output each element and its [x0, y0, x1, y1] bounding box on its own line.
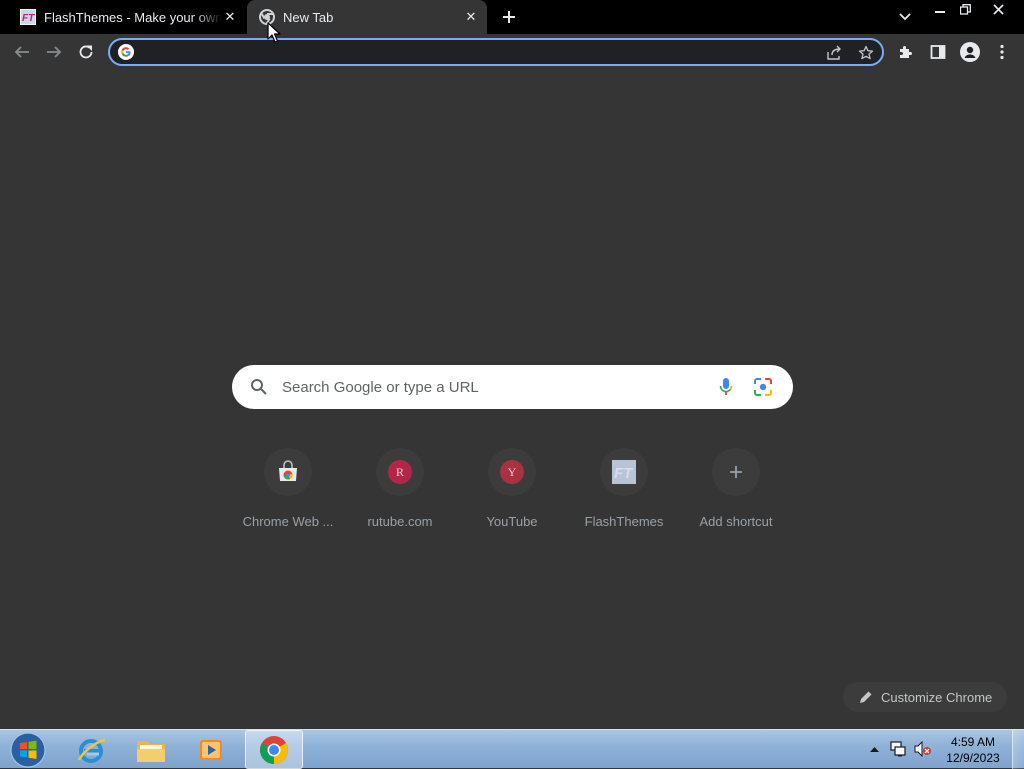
side-panel-icon	[930, 45, 946, 59]
puzzle-icon	[900, 46, 912, 58]
shortcut-chrome-web-store[interactable]: Chrome Web ...	[232, 448, 344, 536]
shortcut-tile: Y	[488, 448, 536, 496]
shortcut-label: FlashThemes	[584, 514, 664, 529]
forward-button[interactable]	[42, 40, 66, 64]
address-bar[interactable]	[108, 38, 884, 66]
taskbar-file-explorer[interactable]	[122, 730, 180, 769]
svg-text:FT: FT	[614, 465, 634, 482]
letter-r-icon: R	[388, 460, 412, 484]
camera-lens-icon	[754, 378, 772, 396]
close-window-button[interactable]	[985, 0, 1011, 18]
clock-time: 4:59 AM	[950, 735, 996, 749]
volume-muted-icon	[914, 741, 931, 757]
svg-text:FT: FT	[22, 13, 35, 24]
menu-button[interactable]	[990, 40, 1014, 64]
new-tab-button[interactable]	[498, 6, 520, 28]
voice-search-button[interactable]	[715, 376, 737, 398]
minimize-icon	[935, 11, 945, 13]
flashthemes-icon: FT	[612, 460, 636, 484]
volume-tray-button[interactable]	[914, 740, 932, 758]
customize-label: Customize Chrome	[881, 689, 993, 705]
tab-new-tab[interactable]: New Tab ✕	[247, 0, 487, 34]
kebab-menu-icon	[1000, 44, 1004, 60]
pencil-icon	[859, 690, 873, 704]
back-button[interactable]	[10, 40, 34, 64]
internet-explorer-icon	[77, 738, 106, 763]
bookmark-button[interactable]	[856, 43, 876, 63]
image-search-button[interactable]	[752, 376, 774, 398]
windows-taskbar: 4:59 AM 12/9/2023	[0, 729, 1024, 769]
reload-button[interactable]	[74, 40, 98, 64]
search-icon	[248, 376, 270, 398]
star-icon	[858, 45, 874, 60]
reload-icon	[79, 45, 93, 59]
taskbar-chrome[interactable]	[245, 730, 303, 769]
share-button[interactable]	[824, 43, 844, 63]
shortcut-label: YouTube	[486, 514, 538, 529]
tab-title: FlashThemes - Make your own cartoons!	[44, 9, 222, 25]
show-desktop-button[interactable]	[1012, 730, 1024, 769]
chevron-up-icon	[869, 747, 879, 752]
taskbar-clock[interactable]: 4:59 AM 12/9/2023	[942, 734, 1004, 766]
network-tray-button[interactable]	[889, 740, 907, 758]
shortcut-label: Chrome Web ...	[242, 514, 334, 529]
close-tab-icon[interactable]: ✕	[222, 9, 238, 25]
minimize-button[interactable]	[927, 0, 953, 18]
shortcut-tile	[264, 448, 312, 496]
shortcut-youtube[interactable]: Y YouTube	[456, 448, 568, 536]
taskbar-internet-explorer[interactable]	[62, 730, 120, 769]
chrome-web-store-icon	[279, 460, 297, 481]
shortcut-tile	[712, 448, 760, 496]
tab-strip: FT FlashThemes - Make your own cartoons!…	[0, 0, 1024, 34]
restore-button[interactable]	[952, 0, 978, 18]
start-button[interactable]	[0, 730, 56, 769]
plus-icon	[730, 466, 742, 478]
windows-start-orb-icon	[10, 731, 46, 768]
extensions-button[interactable]	[894, 40, 918, 64]
shortcut-add[interactable]: Add shortcut	[680, 448, 792, 536]
restore-icon	[959, 3, 971, 15]
shortcut-label: Add shortcut	[699, 514, 773, 529]
tab-title: New Tab	[283, 9, 334, 25]
media-player-icon	[200, 739, 222, 760]
profile-button[interactable]	[958, 40, 982, 64]
chrome-icon	[260, 735, 288, 764]
shortcut-rutube[interactable]: R rutube.com	[344, 448, 456, 536]
show-hidden-icons-button[interactable]	[865, 740, 883, 758]
google-icon	[118, 44, 134, 60]
taskbar-media-player[interactable]	[182, 730, 240, 769]
clock-date: 12/9/2023	[946, 751, 1000, 765]
shortcut-tile: FT	[600, 448, 648, 496]
arrow-right-icon	[47, 46, 62, 58]
close-icon	[992, 3, 1004, 15]
folder-icon	[137, 740, 165, 762]
flashthemes-favicon-icon: FT	[20, 9, 36, 25]
tab-flashthemes[interactable]: FT FlashThemes - Make your own cartoons!…	[0, 0, 246, 34]
chevron-down-icon	[899, 13, 911, 21]
address-input[interactable]	[144, 43, 804, 61]
tab-search-button[interactable]	[895, 8, 915, 26]
shortcut-flashthemes[interactable]: FT FlashThemes	[568, 448, 680, 536]
customize-chrome-button[interactable]: Customize Chrome	[843, 682, 1007, 712]
close-tab-icon[interactable]: ✕	[463, 9, 479, 25]
arrow-left-icon	[14, 46, 29, 58]
mouse-cursor-icon	[267, 22, 281, 43]
network-icon	[890, 741, 906, 757]
shortcut-label: rutube.com	[367, 514, 433, 529]
toolbar	[0, 34, 1024, 70]
shortcut-tile: R	[376, 448, 424, 496]
plus-icon	[503, 11, 515, 23]
side-panel-button[interactable]	[926, 40, 950, 64]
ntp-search-box[interactable]	[232, 365, 793, 409]
avatar-icon	[960, 42, 980, 62]
letter-y-icon: Y	[500, 460, 524, 484]
ntp-search-input[interactable]	[282, 376, 702, 398]
microphone-icon	[719, 378, 733, 395]
share-icon	[827, 45, 841, 60]
